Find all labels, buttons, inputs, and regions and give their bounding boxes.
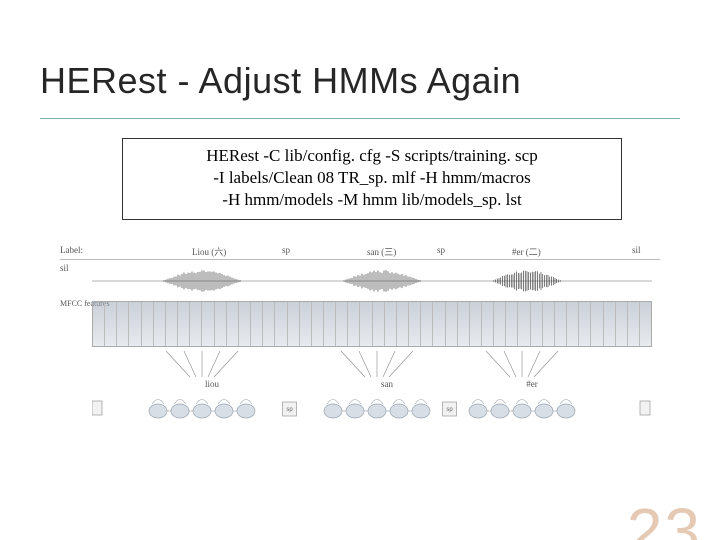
spectrogram-stripe xyxy=(299,302,311,346)
hmm-state-row: sp sp xyxy=(60,391,660,425)
spectrogram-stripe xyxy=(481,302,493,346)
spectrogram-stripe xyxy=(432,302,444,346)
spectrogram-stripe xyxy=(189,302,201,346)
spectrogram-stripe xyxy=(335,302,347,346)
spectrogram-stripe xyxy=(238,302,250,346)
page-number: 23 xyxy=(627,494,702,540)
spectrogram-stripe xyxy=(457,302,469,346)
spectrogram-stripe xyxy=(396,302,408,346)
spectrogram-stripe xyxy=(603,302,615,346)
spectrogram-stripe xyxy=(116,302,128,346)
spectrogram-stripe xyxy=(372,302,384,346)
spectrogram-stripe xyxy=(469,302,481,346)
top-token: san (三) xyxy=(367,245,396,258)
spectrogram-row: MFCC features xyxy=(60,297,660,351)
spectrogram-stripe xyxy=(359,302,371,346)
spectrogram-stripe xyxy=(615,302,627,346)
command-line-1: HERest -C lib/config. cfg -S scripts/tra… xyxy=(137,145,607,167)
spectrogram-stripe xyxy=(554,302,566,346)
spectrogram-stripe xyxy=(639,302,651,346)
waveform-row: sil xyxy=(60,261,660,297)
fan-svg xyxy=(92,351,652,391)
spectrogram-stripe xyxy=(347,302,359,346)
top-token: #er (二) xyxy=(512,245,541,258)
label-caption: Label: xyxy=(60,245,83,255)
spectrogram-stripe xyxy=(250,302,262,346)
hmm-svg: sp sp xyxy=(92,393,652,423)
spectrogram-stripe xyxy=(566,302,578,346)
fan-word-label: san xyxy=(381,379,393,389)
spectrogram-stripe xyxy=(104,302,116,346)
diagram-top-rule xyxy=(60,259,660,260)
top-token: Liou (六) xyxy=(192,245,226,258)
hmm-diagram: Label: Liou (六) sp san (三) sp #er (二) sil sil… xyxy=(60,245,660,425)
spectrogram-stripe xyxy=(517,302,529,346)
spectrogram-stripe xyxy=(578,302,590,346)
command-line-3: -H hmm/models -M hmm lib/models_sp. lst xyxy=(137,189,607,211)
diagram-top-labels: Label: Liou (六) sp san (三) sp #er (二) sil xyxy=(60,245,660,261)
command-line-2: -I labels/Clean 08 TR_sp. mlf -H hmm/mac… xyxy=(137,167,607,189)
fan-lines: liou san #er xyxy=(60,351,660,391)
title-underline xyxy=(40,118,680,119)
spectrogram-stripe xyxy=(153,302,165,346)
svg-text:sp: sp xyxy=(286,407,293,413)
top-token: sp xyxy=(437,245,445,255)
spectrogram-stripe xyxy=(311,302,323,346)
slide: HERest - Adjust HMMs Again HERest -C lib… xyxy=(0,0,720,540)
spectrogram-stripe xyxy=(505,302,517,346)
spectrogram-stripe xyxy=(226,302,238,346)
spectrogram-stripe xyxy=(93,302,104,346)
page-title: HERest - Adjust HMMs Again xyxy=(40,60,521,102)
spectrogram-stripe xyxy=(128,302,140,346)
spectrogram-stripe xyxy=(542,302,554,346)
waveform-svg xyxy=(92,269,652,293)
svg-text:sp: sp xyxy=(446,407,453,413)
waveform-left-label: sil xyxy=(60,263,69,273)
spectrogram-stripe xyxy=(177,302,189,346)
spectrogram-stripe xyxy=(214,302,226,346)
spectrogram-stripe xyxy=(408,302,420,346)
spectrogram-stripe xyxy=(262,302,274,346)
spectrogram-stripe xyxy=(530,302,542,346)
spectrogram-stripe xyxy=(274,302,286,346)
spectrogram-stripe xyxy=(323,302,335,346)
spectrogram-stripe xyxy=(627,302,639,346)
spectrogram-stripe xyxy=(445,302,457,346)
spectrogram-stripe xyxy=(384,302,396,346)
top-token: sp xyxy=(282,245,290,255)
fan-word-label: liou xyxy=(205,379,219,389)
spectrogram-stripes xyxy=(92,301,652,347)
spectrogram-stripe xyxy=(590,302,602,346)
command-box: HERest -C lib/config. cfg -S scripts/tra… xyxy=(122,138,622,220)
spectrogram-stripe xyxy=(141,302,153,346)
spectrogram-stripe xyxy=(287,302,299,346)
spectrogram-stripe xyxy=(420,302,432,346)
fan-word-label: #er xyxy=(526,379,538,389)
spectrogram-stripe xyxy=(493,302,505,346)
spectrogram-stripe xyxy=(201,302,213,346)
spectrogram-stripe xyxy=(165,302,177,346)
top-token: sil xyxy=(632,245,641,255)
